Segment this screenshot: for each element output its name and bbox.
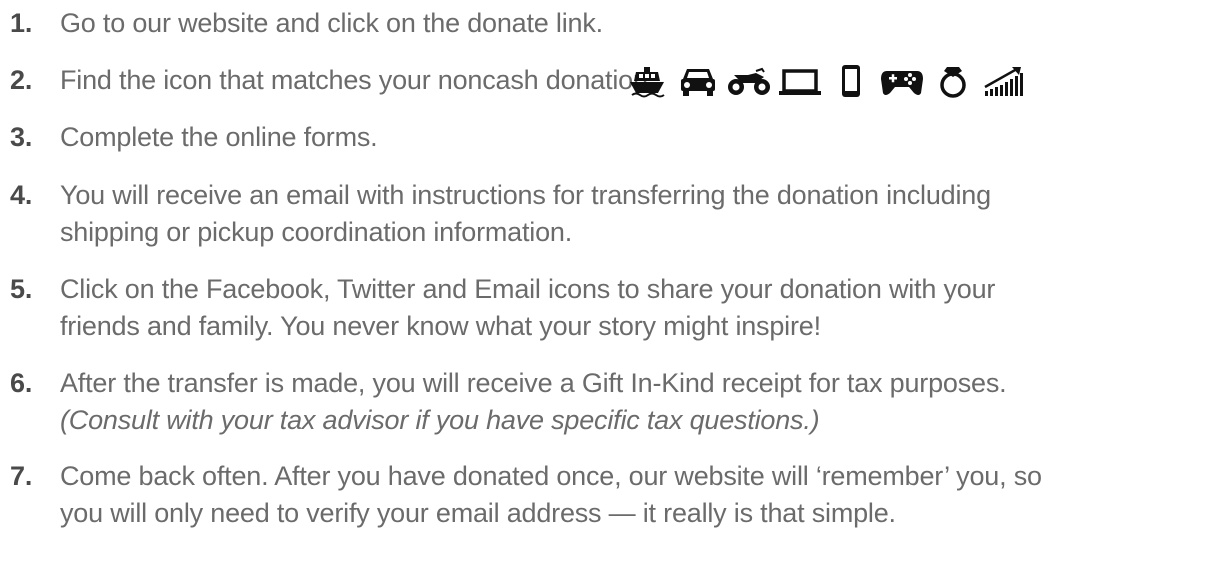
- step-text: Come back often. After you have donated …: [60, 458, 1042, 532]
- step-text: Find the icon that matches your noncash …: [60, 62, 655, 99]
- ring-icon[interactable]: [930, 63, 976, 99]
- step-number: 2.: [10, 65, 33, 95]
- step-text: Click on the Facebook, Twitter and Email…: [60, 271, 995, 345]
- step-line: you will only need to verify your email …: [60, 498, 896, 528]
- step-number: 4.: [10, 180, 33, 210]
- step-line: Find the icon that matches your noncash …: [60, 65, 656, 95]
- step-1: 1. Go to our website and click on the do…: [10, 5, 603, 42]
- donation-type-icons: [624, 62, 1032, 99]
- step-line: Complete the online forms.: [60, 122, 378, 152]
- step-number: 6.: [10, 368, 33, 398]
- step-number: 1.: [10, 8, 33, 38]
- laptop-icon[interactable]: [777, 63, 823, 99]
- step-line: Click on the Facebook, Twitter and Email…: [60, 274, 996, 304]
- motorcycle-icon[interactable]: [726, 63, 772, 99]
- step-line: Go to our website and click on the donat…: [60, 8, 603, 38]
- boat-icon[interactable]: [624, 63, 670, 99]
- step-number: 7.: [10, 461, 33, 491]
- gamepad-icon[interactable]: [879, 63, 925, 99]
- step-number: 5.: [10, 274, 33, 304]
- step-line: After the transfer is made, you will rec…: [60, 368, 1007, 398]
- step-text: Complete the online forms.: [60, 119, 378, 156]
- step-line: You will receive an email with instructi…: [60, 180, 991, 210]
- step-text: You will receive an email with instructi…: [60, 177, 991, 251]
- step-line: shipping or pickup coordination informat…: [60, 217, 573, 247]
- car-icon[interactable]: [675, 63, 721, 99]
- tax-advisor-note: (Consult with your tax advisor if you ha…: [60, 405, 820, 435]
- step-7: 7. Come back often. After you have donat…: [10, 458, 1042, 532]
- phone-icon[interactable]: [828, 63, 874, 99]
- step-text: Go to our website and click on the donat…: [60, 5, 603, 42]
- step-text: After the transfer is made, you will rec…: [60, 365, 1007, 439]
- step-line: friends and family. You never know what …: [60, 311, 821, 341]
- step-2: 2. Find the icon that matches your nonca…: [10, 62, 655, 99]
- step-line: Come back often. After you have donated …: [60, 461, 1042, 491]
- step-6: 6. After the transfer is made, you will …: [10, 365, 1007, 439]
- step-5: 5. Click on the Facebook, Twitter and Em…: [10, 271, 995, 345]
- stocks-icon[interactable]: [981, 63, 1027, 99]
- step-3: 3. Complete the online forms.: [10, 119, 378, 156]
- step-4: 4. You will receive an email with instru…: [10, 177, 991, 251]
- step-number: 3.: [10, 122, 33, 152]
